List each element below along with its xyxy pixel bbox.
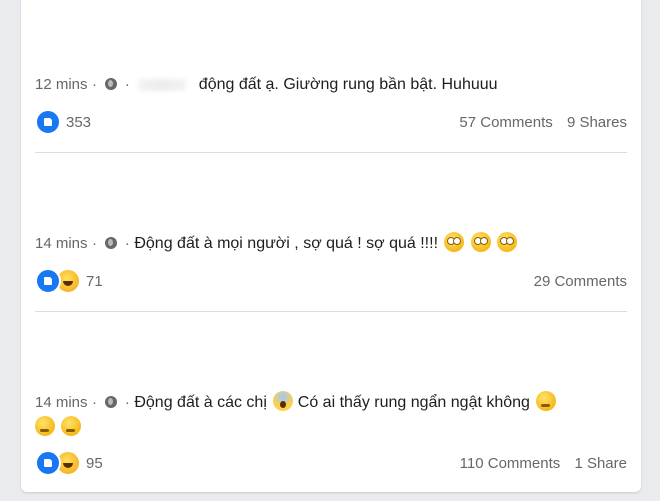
post-2-engagement: 29 Comments bbox=[524, 273, 627, 290]
post-3-timestamp[interactable]: 14 mins bbox=[35, 394, 88, 411]
post-1-timestamp[interactable]: 12 mins bbox=[35, 76, 88, 93]
blurred-text bbox=[138, 78, 187, 91]
post-3-reactions-bar: 95 110 Comments 1 Share bbox=[35, 450, 627, 476]
post-2-reactions-bar: 71 29 Comments bbox=[35, 268, 627, 294]
globe-icon[interactable] bbox=[105, 237, 118, 249]
rolling-eyes-emoji-icon bbox=[470, 232, 491, 252]
post-divider bbox=[35, 152, 627, 153]
post-2: 14 mins · · Động đất à mọi người , sợ qu… bbox=[35, 232, 627, 255]
screaming-emoji-icon bbox=[273, 391, 294, 411]
like-icon[interactable] bbox=[35, 268, 61, 294]
separator: · bbox=[91, 76, 97, 93]
post-2-timestamp[interactable]: 14 mins bbox=[35, 235, 88, 252]
post-3-comments-link[interactable]: 110 Comments bbox=[460, 455, 561, 472]
post-3-text-a: Động đất à các chị bbox=[134, 394, 267, 411]
post-divider bbox=[35, 311, 627, 312]
post-1-text: động đất ạ. Giường rung bần bật. Huhuuu bbox=[198, 76, 498, 93]
post-3: 14 mins · · Động đất à các chị Có ai thấ… bbox=[35, 391, 627, 439]
like-icon[interactable] bbox=[35, 109, 61, 135]
feed-card: 12 mins · · động đất ạ. Giường rung bần … bbox=[21, 0, 641, 492]
separator: · bbox=[124, 76, 130, 93]
post-1: 12 mins · · động đất ạ. Giường rung bần … bbox=[35, 74, 627, 96]
post-3-shares-link[interactable]: 1 Share bbox=[574, 455, 627, 472]
post-3-content-line-2 bbox=[35, 416, 627, 439]
post-1-comments-link[interactable]: 57 Comments bbox=[459, 114, 552, 131]
post-1-content: 12 mins · · động đất ạ. Giường rung bần … bbox=[35, 74, 627, 96]
like-icon[interactable] bbox=[35, 450, 61, 476]
post-3-content: 14 mins · · Động đất à các chị Có ai thấ… bbox=[35, 391, 627, 414]
separator: · bbox=[91, 394, 97, 411]
thinking-emoji-icon bbox=[536, 391, 557, 411]
post-1-engagement: 57 Comments 9 Shares bbox=[449, 114, 627, 131]
separator: · bbox=[124, 394, 130, 411]
separator: · bbox=[91, 235, 97, 252]
globe-icon[interactable] bbox=[105, 78, 118, 90]
post-3-reaction-count[interactable]: 95 bbox=[86, 455, 103, 472]
rolling-eyes-emoji-icon bbox=[497, 232, 518, 252]
globe-icon[interactable] bbox=[105, 396, 118, 408]
post-2-comments-link[interactable]: 29 Comments bbox=[534, 273, 627, 290]
separator: · bbox=[124, 235, 130, 252]
post-1-shares-link[interactable]: 9 Shares bbox=[567, 114, 627, 131]
post-1-reaction-count[interactable]: 353 bbox=[66, 114, 91, 131]
post-1-reactions-bar: 353 57 Comments 9 Shares bbox=[35, 109, 627, 135]
post-3-engagement: 110 Comments 1 Share bbox=[450, 455, 627, 472]
thinking-emoji-icon bbox=[61, 416, 82, 436]
post-2-text: Động đất à mọi người , sợ quá ! sợ quá !… bbox=[134, 235, 439, 252]
thinking-emoji-icon bbox=[35, 416, 55, 436]
post-3-text-b: Có ai thấy rung ngẩn ngật không bbox=[297, 394, 530, 411]
post-2-content: 14 mins · · Động đất à mọi người , sợ qu… bbox=[35, 232, 627, 255]
post-2-reaction-count[interactable]: 71 bbox=[86, 273, 103, 290]
rolling-eyes-emoji-icon bbox=[444, 232, 465, 252]
